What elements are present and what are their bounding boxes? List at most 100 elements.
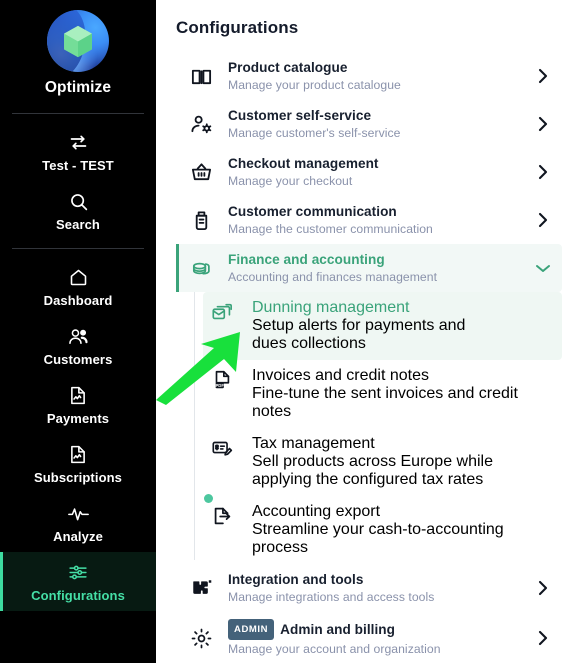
sidebar-item-test-test[interactable]: Test - TEST	[0, 122, 156, 181]
config-subrow-subtitle: Setup alerts for payments and dues colle…	[252, 317, 466, 352]
config-row-checkout-management[interactable]: Checkout management Manage your checkout	[176, 148, 562, 196]
config-row-text: Product catalogue Manage your product ca…	[218, 59, 532, 93]
config-row-subtitle: Manage your account and organization	[228, 642, 441, 656]
main-content: Configurations Product catalogue Manage …	[156, 0, 580, 663]
config-subrow-text: Tax management Sell products across Euro…	[243, 435, 554, 489]
new-dot-badge	[204, 494, 213, 503]
config-subrow-title: Dunning management	[252, 299, 410, 316]
sidebar-item-configurations[interactable]: Configurations	[0, 552, 156, 611]
chevron-down-icon[interactable]	[532, 261, 554, 275]
user-gear-icon	[184, 113, 218, 136]
config-row-subtitle: Manage the customer communication	[228, 222, 433, 236]
config-row-title: Admin and billing	[280, 622, 396, 637]
config-subrow-text: Dunning management Setup alerts for paym…	[243, 299, 554, 353]
config-row-title: Checkout management	[228, 156, 379, 171]
sidebar-item-dashboard[interactable]: Dashboard	[0, 257, 156, 316]
sidebar-item-subscriptions[interactable]: Subscriptions	[0, 434, 156, 493]
config-row-text: Customer self-service Manage customer's …	[218, 107, 532, 141]
sidebar-item-customers[interactable]: Customers	[0, 316, 156, 375]
chevron-right-icon[interactable]	[532, 211, 554, 229]
brand-name: Optimize	[44, 79, 112, 96]
export-file-icon	[204, 494, 243, 527]
config-subrow-subtitle: Sell products across Europe while applyi…	[252, 453, 494, 488]
optimize-logo-icon	[47, 10, 109, 72]
chevron-right-icon[interactable]	[532, 579, 554, 597]
sidebar-item-search[interactable]: Search	[0, 181, 156, 240]
config-row-subtitle: Accounting and finances management	[228, 270, 438, 284]
sidebar-item-analyze[interactable]: Analyze	[0, 493, 156, 552]
config-subrow-text: Invoices and credit notes Fine-tune the …	[243, 367, 554, 421]
sidebar-item-label: Analyze	[53, 529, 103, 544]
config-subrow-accounting-export[interactable]: Accounting export Streamline your cash-t…	[203, 494, 562, 564]
switch-arrows-icon	[68, 131, 89, 153]
config-row-text: Finance and accounting Accounting and fi…	[218, 251, 532, 285]
svg-text:PDF: PDF	[215, 383, 224, 388]
document-chart-icon	[68, 443, 88, 465]
config-subrow-subtitle: Streamline your cash-to-accounting proce…	[252, 521, 504, 556]
pulse-icon	[67, 502, 90, 524]
megaphone-icon	[184, 209, 218, 232]
sidebar-divider-top	[12, 113, 144, 114]
search-icon	[68, 190, 89, 212]
config-row-admin-and-billing[interactable]: ADMIN Admin and billing Manage your accou…	[176, 612, 562, 663]
config-row-text: Checkout management Manage your checkout	[218, 155, 532, 189]
config-row-title: Integration and tools	[228, 572, 364, 587]
config-subrow-subtitle: Fine-tune the sent invoices and credit n…	[252, 385, 518, 420]
config-subrow-title: Tax management	[252, 435, 375, 452]
sidebar-item-label: Dashboard	[43, 293, 113, 308]
config-row-subtitle: Manage integrations and access tools	[228, 590, 435, 604]
users-icon	[67, 325, 89, 347]
page-title: Configurations	[176, 18, 299, 37]
config-row-text: Customer communication Manage the custom…	[218, 203, 532, 237]
config-row-text: ADMIN Admin and billing Manage your accou…	[218, 619, 532, 657]
sidebar-item-payments[interactable]: Payments	[0, 375, 156, 434]
sidebar-item-label: Subscriptions	[34, 470, 122, 485]
sidebar-divider-mid	[12, 248, 144, 249]
config-subrow-title: Accounting export	[252, 503, 381, 520]
basket-icon	[184, 161, 218, 184]
config-row-subtitle: Manage customer's self-service	[228, 126, 401, 140]
puzzle-icon	[184, 577, 218, 600]
config-row-subtitle: Manage your product catalogue	[228, 78, 401, 92]
config-subrow-tax-management[interactable]: Tax management Sell products across Euro…	[203, 428, 562, 496]
config-subrow-dunning-management[interactable]: Dunning management Setup alerts for paym…	[203, 292, 562, 360]
sliders-icon	[67, 561, 89, 583]
config-subrow-title: Invoices and credit notes	[252, 367, 429, 384]
config-subrow-invoices-and-credit-notes[interactable]: PDF Invoices and credit notes Fine-tune …	[203, 360, 562, 428]
config-subrow-text: Accounting export Streamline your cash-t…	[243, 503, 554, 557]
sidebar-item-label: Search	[56, 217, 100, 232]
tax-edit-icon	[211, 435, 243, 459]
config-row-title: Finance and accounting	[228, 252, 385, 267]
admin-badge: ADMIN	[228, 619, 275, 640]
cube-glyph	[64, 25, 92, 57]
config-row-title: Product catalogue	[228, 60, 348, 75]
config-row-customer-self-service[interactable]: Customer self-service Manage customer's …	[176, 100, 562, 148]
config-row-title: Customer self-service	[228, 108, 372, 123]
gear-icon	[184, 627, 218, 650]
pdf-file-icon: PDF	[211, 367, 243, 391]
chevron-right-icon[interactable]	[532, 629, 554, 647]
sidebar: Optimize Test - TEST Search Dashboard Cu…	[0, 0, 156, 663]
chevron-right-icon[interactable]	[532, 163, 554, 181]
document-chart-icon	[68, 384, 88, 406]
sidebar-item-label: Payments	[46, 411, 110, 426]
finance-subgroup: Dunning management Setup alerts for paym…	[176, 292, 562, 564]
coins-stack-icon	[184, 257, 218, 280]
brand: Optimize	[0, 8, 156, 105]
sidebar-item-label: Customers	[43, 352, 113, 367]
config-row-product-catalogue[interactable]: Product catalogue Manage your product ca…	[176, 52, 562, 100]
config-row-text: Integration and tools Manage integration…	[218, 571, 532, 605]
book-icon	[184, 65, 218, 88]
config-row-integration-and-tools[interactable]: Integration and tools Manage integration…	[176, 564, 562, 612]
config-row-title-wrap: ADMIN Admin and billing	[228, 619, 532, 640]
chevron-right-icon[interactable]	[532, 67, 554, 85]
sidebar-item-label: Configurations	[31, 588, 125, 603]
chevron-right-icon[interactable]	[532, 115, 554, 133]
app-root: Optimize Test - TEST Search Dashboard Cu…	[0, 0, 580, 663]
config-row-customer-communication[interactable]: Customer communication Manage the custom…	[176, 196, 562, 244]
config-row-title: Customer communication	[228, 204, 397, 219]
config-row-finance-and-accounting[interactable]: Finance and accounting Accounting and fi…	[176, 244, 562, 292]
sidebar-item-label: Test - TEST	[42, 158, 114, 173]
mail-cards-icon	[211, 299, 243, 323]
config-row-subtitle: Manage your checkout	[228, 174, 353, 188]
